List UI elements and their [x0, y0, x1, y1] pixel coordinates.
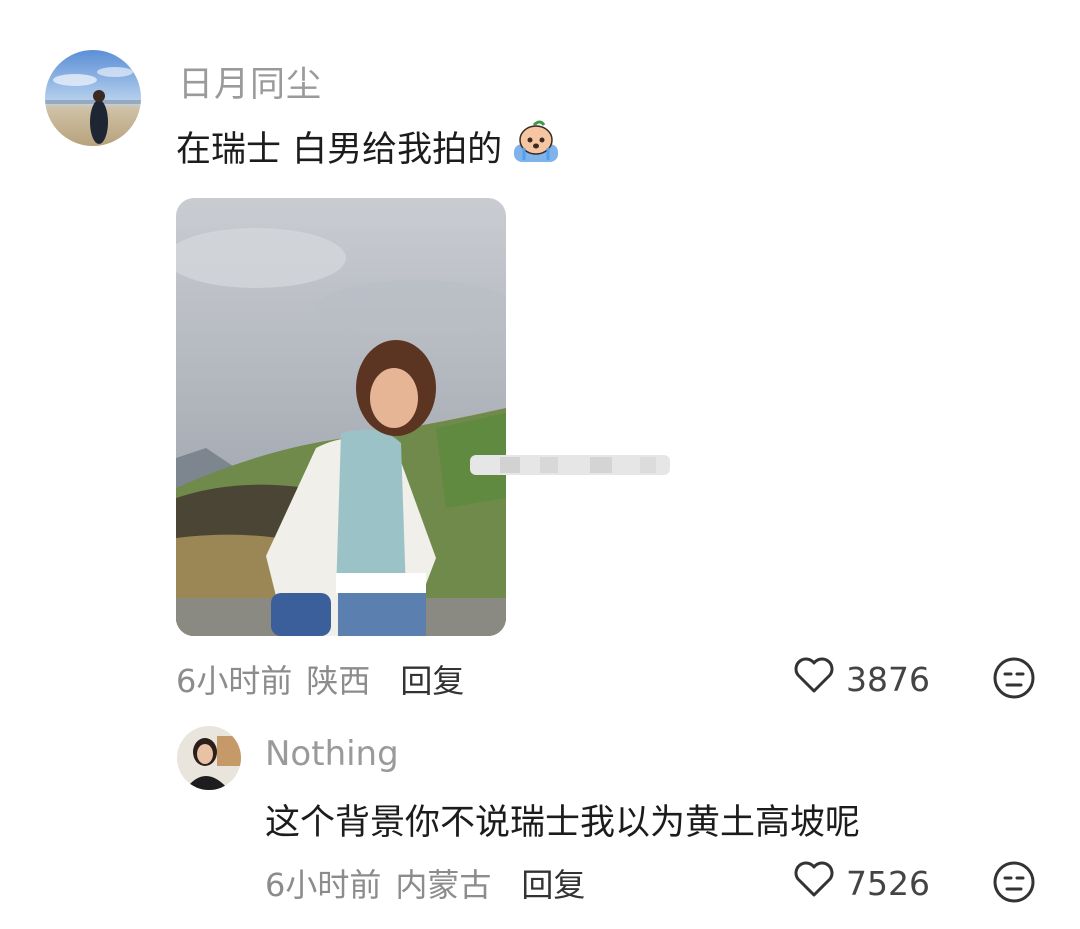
like-count: 3876: [846, 659, 930, 699]
dislike-button[interactable]: [992, 656, 1036, 704]
comment-time: 6小时前: [176, 662, 293, 700]
reply-meta: 6小时前 内蒙古 回复: [265, 860, 585, 906]
heart-icon: [792, 859, 836, 907]
reply-dislike-button[interactable]: [992, 860, 1036, 908]
reply-time: 6小时前: [265, 866, 382, 904]
neutral-face-icon: [992, 657, 1036, 704]
reply-user-avatar[interactable]: [177, 726, 241, 790]
comment-text: 在瑞士 白男给我拍的: [176, 118, 562, 175]
reply-text: 这个背景你不说瑞士我以为黄土高坡呢: [265, 803, 861, 843]
blurred-overlay: [470, 452, 680, 478]
reply-button[interactable]: 回复: [400, 656, 464, 702]
reply-like-button[interactable]: 7526: [792, 859, 930, 907]
reply-username[interactable]: Nothing: [265, 734, 399, 774]
reply-location: 内蒙古: [395, 866, 492, 904]
heart-icon: [792, 655, 836, 703]
like-button[interactable]: 3876: [792, 655, 930, 703]
comment-username[interactable]: 日月同尘: [178, 56, 322, 107]
crying-face-emoji-icon: [510, 118, 562, 175]
reply-like-count: 7526: [846, 863, 930, 903]
comment-meta: 6小时前 陕西 回复: [176, 656, 464, 702]
comment-location: 陕西: [306, 662, 371, 700]
neutral-face-icon: [992, 861, 1036, 908]
user-avatar[interactable]: [45, 50, 141, 146]
comment-photo[interactable]: [176, 198, 506, 636]
comment-text-content: 在瑞士 白男给我拍的: [176, 130, 503, 170]
reply-reply-button[interactable]: 回复: [521, 860, 585, 906]
